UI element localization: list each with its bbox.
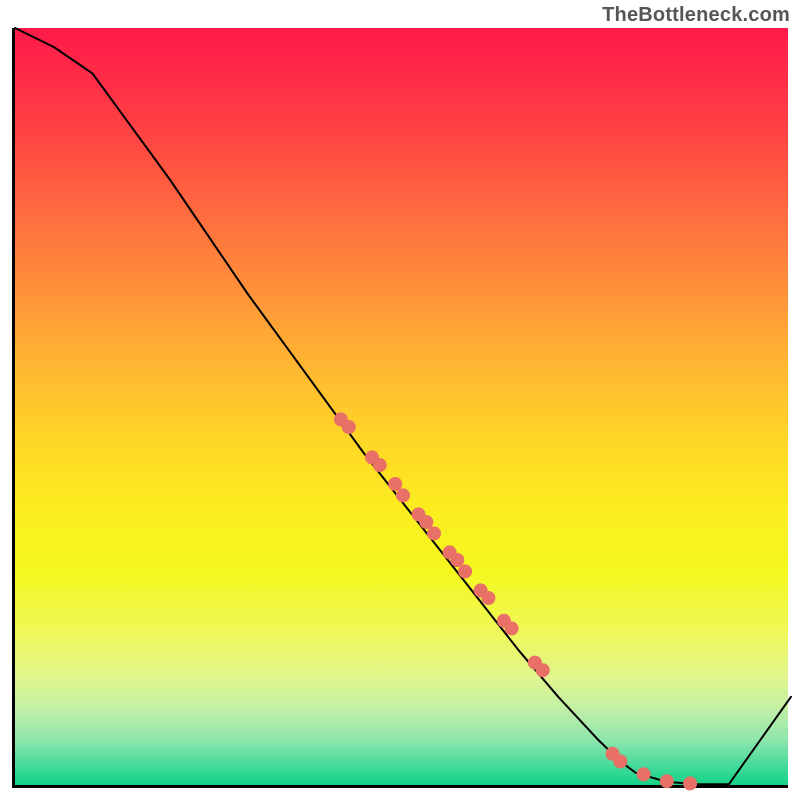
data-marker: [396, 488, 410, 502]
data-marker: [613, 754, 627, 768]
data-marker: [505, 621, 519, 635]
data-marker: [373, 458, 387, 472]
data-marker: [419, 515, 433, 529]
chart-svg: [15, 28, 791, 788]
data-marker: [450, 553, 464, 567]
marker-group: [334, 412, 697, 790]
attribution-text: TheBottleneck.com: [602, 4, 790, 27]
data-marker: [683, 776, 697, 790]
chart-container: TheBottleneck.com: [0, 0, 800, 800]
data-marker: [481, 591, 495, 605]
data-marker: [388, 477, 402, 491]
data-marker: [427, 526, 441, 540]
plot-area: [12, 28, 788, 788]
data-marker: [536, 663, 550, 677]
data-marker: [660, 774, 674, 788]
data-marker: [637, 767, 651, 781]
curve-path: [15, 28, 791, 784]
data-marker: [458, 564, 472, 578]
data-marker: [342, 420, 356, 434]
